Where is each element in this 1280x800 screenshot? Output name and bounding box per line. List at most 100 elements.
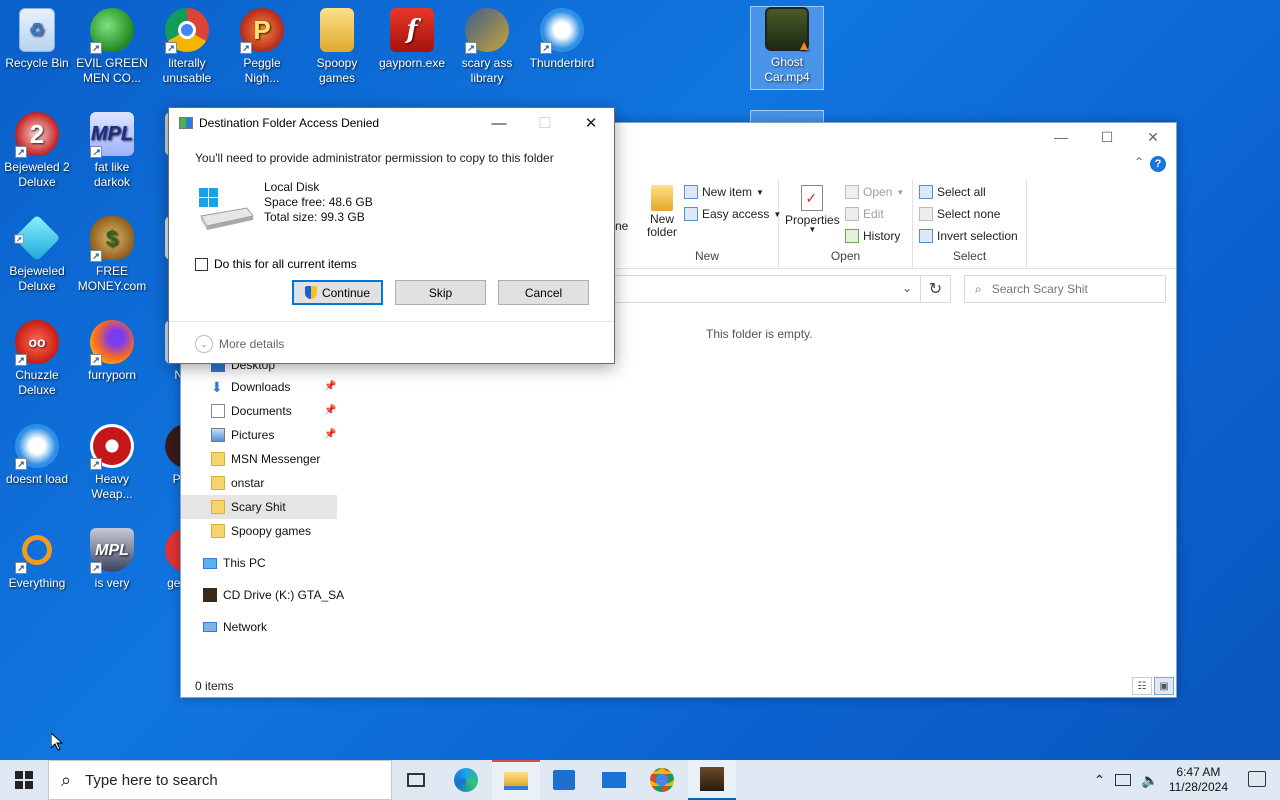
desktop-icon-label: fat like darkok	[93, 160, 131, 189]
apply-to-all-checkbox[interactable]	[195, 257, 208, 271]
continue-label: Continue	[321, 285, 371, 300]
folder-icon	[320, 8, 354, 52]
desktop-icon-thunderbird[interactable]: ↗ Thunderbird	[525, 8, 599, 71]
edit-button[interactable]: Edit	[845, 207, 884, 221]
taskbar-store[interactable]	[540, 760, 588, 800]
skip-button[interactable]: Skip	[395, 280, 486, 305]
close-icon[interactable]: ✕	[1130, 123, 1176, 151]
desktop-icon-fat-like-darkok[interactable]: MPL ↗ fat like darkok	[75, 112, 149, 190]
nav-item-onstar[interactable]: onstar	[211, 471, 264, 495]
access-denied-dialog: Destination Folder Access Denied — ☐ ✕ Y…	[168, 107, 615, 364]
desktop-icon-label: doesnt load	[5, 472, 69, 486]
desktop-icon-label: Everything	[8, 576, 66, 590]
desktop-icon-heavy-weapon[interactable]: ↗ Heavy Weap...	[75, 424, 149, 502]
cancel-button[interactable]: Cancel	[498, 280, 589, 305]
continue-button[interactable]: Continue	[292, 280, 383, 305]
desktop-icon-is-very[interactable]: MPL ↗ is very	[75, 528, 149, 591]
invert-selection-button[interactable]: Invert selection	[919, 229, 1018, 243]
desktop-icon-gayporn-exe[interactable]: f gayporn.exe	[375, 8, 449, 71]
nav-item-documents[interactable]: Documents	[211, 399, 292, 423]
details-view-icon[interactable]: ☷	[1132, 677, 1152, 695]
open-button[interactable]: Open ▼	[845, 185, 904, 199]
history-button[interactable]: History	[845, 229, 900, 243]
desktop-icon-evil-green-men[interactable]: ↗ EVIL GREEN MEN CO...	[75, 8, 149, 86]
ribbon-group-open: ✓ Properties ▼ Open ▼ Edit History Open	[779, 179, 913, 269]
nav-label: onstar	[231, 476, 265, 490]
taskbar-search-box[interactable]: ⌕ Type here to search	[48, 760, 392, 800]
desktop-icon-literally-unusable[interactable]: ↗ literally unusable	[150, 8, 224, 86]
task-view-button[interactable]	[392, 760, 440, 800]
new-item-button[interactable]: New item ▼	[684, 185, 764, 199]
invert-selection-icon	[919, 229, 933, 243]
ribbon-collapse-icon[interactable]: ⌃	[1134, 155, 1144, 169]
chrome-icon: ↗	[165, 8, 209, 54]
desktop-icon-everything[interactable]: ↗ Everything	[0, 528, 74, 591]
gta-sa-icon	[700, 767, 724, 791]
start-button[interactable]	[0, 760, 48, 800]
store-icon	[553, 770, 575, 790]
desktop-icon-partial[interactable]	[750, 110, 824, 122]
taskbar-gta-sa[interactable]	[688, 760, 736, 800]
maximize-icon[interactable]: ☐	[1084, 123, 1130, 151]
close-icon[interactable]: ✕	[568, 108, 614, 138]
easy-access-icon	[684, 207, 698, 221]
desktop-icon-chuzzle[interactable]: oo ↗ Chuzzle Deluxe	[0, 320, 74, 398]
desktop-icon-ghost-car[interactable]: ▲ Ghost Car.mp4	[750, 6, 824, 90]
select-none-button[interactable]: Select none	[919, 207, 1000, 221]
network-icon[interactable]	[1115, 774, 1132, 786]
easy-access-button[interactable]: Easy access ▼	[684, 207, 781, 221]
windows-logo-icon	[15, 771, 33, 789]
clock[interactable]: 6:47 AM 11/28/2024	[1169, 765, 1228, 795]
desktop-icon-label: Thunderbird	[529, 56, 595, 70]
folder-icon	[211, 452, 225, 466]
minimize-icon[interactable]: —	[476, 108, 522, 138]
everything-search-icon: ↗	[15, 528, 59, 574]
nav-item-spoopy-games[interactable]: Spoopy games	[211, 519, 311, 543]
desktop-icon-peggle[interactable]: P ↗ Peggle Nigh...	[225, 8, 299, 86]
nav-item-downloads[interactable]: ⬇ Downloads	[211, 375, 290, 399]
nav-item-this-pc[interactable]: This PC	[203, 551, 266, 575]
dropdown-arrow-icon: ▼	[808, 225, 817, 234]
library-icon: ↗	[465, 8, 509, 54]
pin-icon: 📌	[324, 381, 337, 392]
chevron-down-icon[interactable]: ⌄	[902, 281, 912, 295]
volume-icon[interactable]: 🔈	[1141, 772, 1158, 789]
more-details-toggle[interactable]: ⌄ More details	[195, 335, 284, 353]
desktop-icon-recycle-bin[interactable]: ♻ Recycle Bin	[0, 8, 74, 71]
apply-to-all-row: Do this for all current items	[195, 257, 357, 271]
desktop-icon-scary-ass-library[interactable]: ↗ scary ass library	[450, 8, 524, 86]
taskbar-edge[interactable]	[442, 760, 490, 800]
minimize-icon[interactable]: —	[1038, 123, 1084, 151]
nav-item-pictures[interactable]: Pictures	[211, 423, 274, 447]
nav-item-network[interactable]: Network	[203, 615, 267, 639]
new-folder-button[interactable]: New folder	[642, 185, 682, 239]
taskbar-mail[interactable]	[590, 760, 638, 800]
nav-item-msn-messenger[interactable]: MSN Messenger	[211, 447, 320, 471]
desktop-icon-free-money[interactable]: $ ↗ FREE MONEY.com	[75, 216, 149, 294]
notifications-icon[interactable]	[1248, 771, 1266, 787]
properties-button[interactable]: ✓ Properties ▼	[785, 185, 840, 234]
apply-to-all-label[interactable]: Do this for all current items	[214, 257, 357, 271]
peggle-icon: P ↗	[240, 8, 284, 54]
desktop-icon-label: scary ass library	[461, 56, 513, 85]
nav-item-cd-drive[interactable]: CD Drive (K:) GTA_SA	[203, 583, 344, 607]
desktop-icon-bejeweled[interactable]: ↗ Bejeweled Deluxe	[0, 214, 74, 294]
desktop-icon-bejeweled2[interactable]: 2 ↗ Bejeweled 2 Deluxe	[0, 112, 74, 190]
large-icons-view-icon[interactable]: ▣	[1154, 677, 1174, 695]
chevron-up-icon[interactable]: ⌃	[1094, 772, 1106, 789]
nav-item-scary-shit[interactable]: Scary Shit	[181, 495, 337, 519]
taskbar-file-explorer[interactable]	[492, 760, 540, 800]
refresh-button[interactable]: ↻	[921, 275, 951, 303]
document-icon	[211, 404, 225, 418]
mail-icon	[602, 772, 626, 788]
dropdown-arrow-icon: ▼	[896, 187, 905, 197]
desktop-icon-spoopy-games[interactable]: Spoopy games	[300, 8, 374, 86]
desktop-icon-furryporn[interactable]: ↗ furryporn	[75, 320, 149, 383]
taskbar-chrome[interactable]	[638, 760, 686, 800]
select-all-button[interactable]: Select all	[919, 185, 986, 199]
dialog-titlebar: Destination Folder Access Denied	[179, 116, 379, 130]
search-box[interactable]: ⌕ Search Scary Shit	[964, 275, 1166, 303]
address-bar[interactable]: ⌄	[611, 275, 921, 303]
desktop-icon-doesnt-load[interactable]: ↗ doesnt load	[0, 424, 74, 487]
help-icon[interactable]: ?	[1150, 156, 1166, 172]
